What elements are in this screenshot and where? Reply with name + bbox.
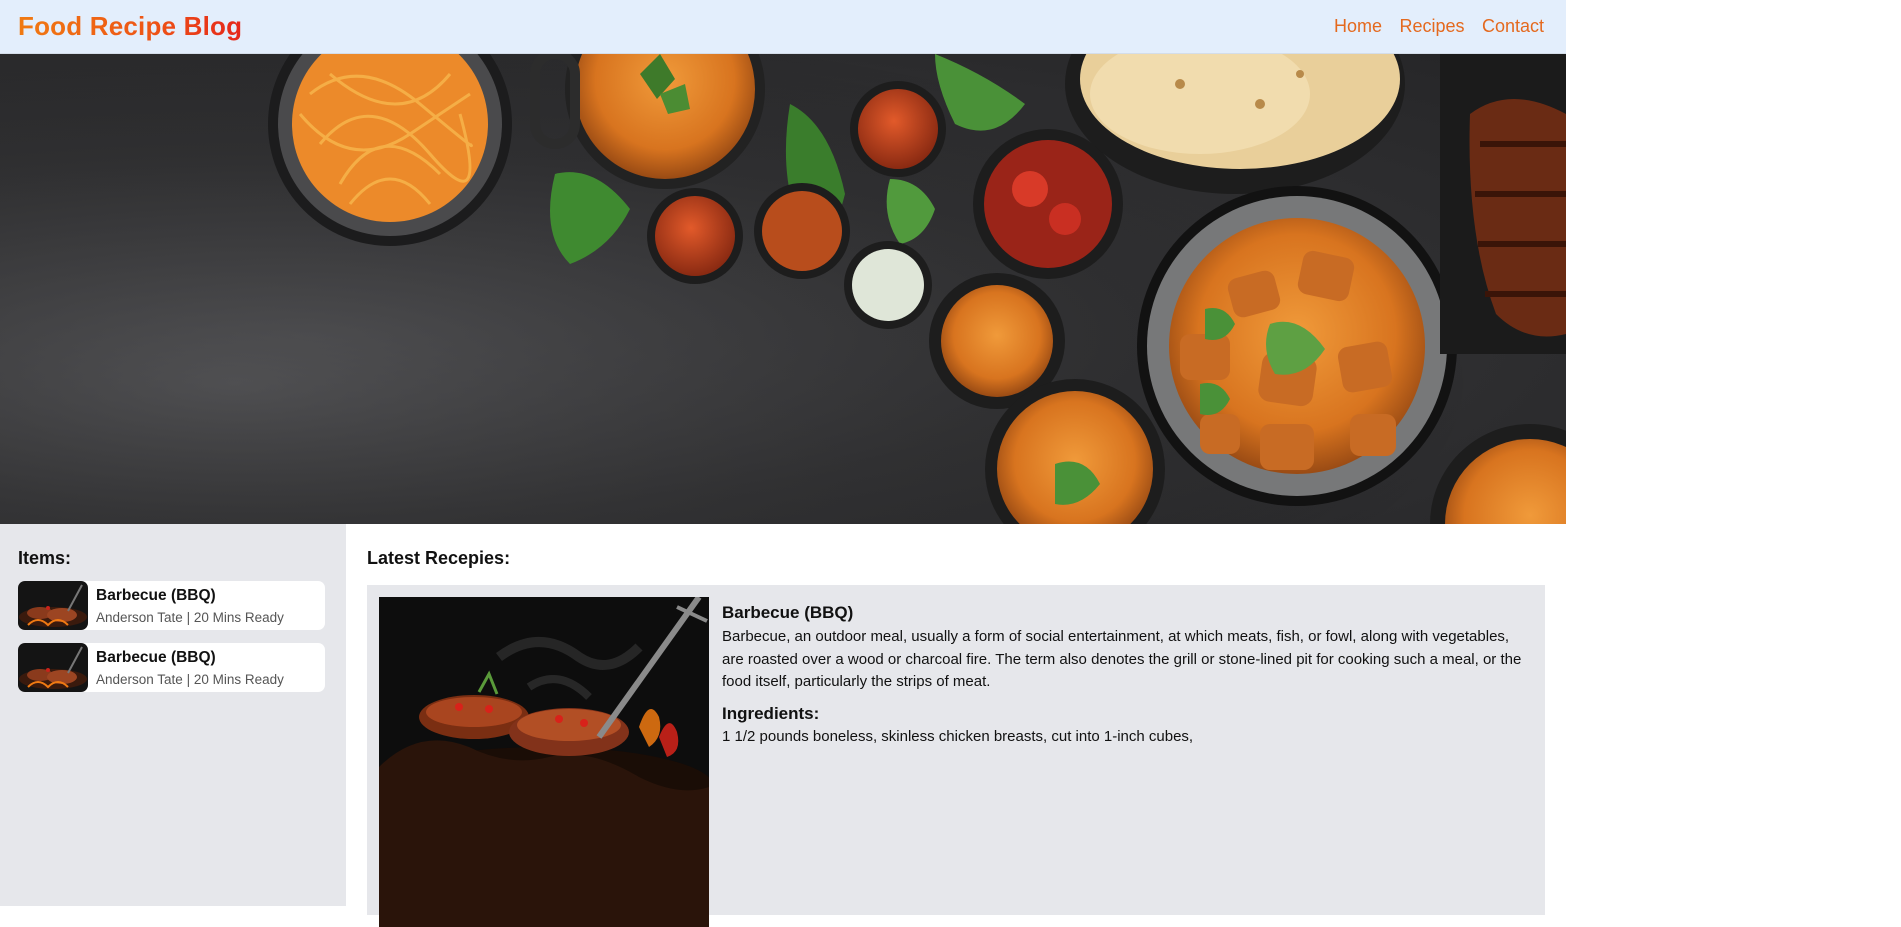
bbq-thumbnail — [18, 581, 88, 630]
sidebar-item-recipe[interactable]: Barbecue (BBQ) Anderson Tate | 20 Mins R… — [18, 643, 325, 692]
sidebar: Items: Barbecue (BBQ) Anderson Tate | 20… — [0, 524, 346, 906]
recipe-card-title: Barbecue (BBQ) — [722, 603, 854, 622]
latest-recipes-heading: Latest Recepies: — [367, 548, 511, 568]
sidebar-item-title: Barbecue (BBQ) — [96, 649, 216, 666]
bbq-thumbnail — [18, 643, 88, 692]
sidebar-item-recipe[interactable]: Barbecue (BBQ) Anderson Tate | 20 Mins R… — [18, 581, 325, 630]
recipe-card-description: Barbecue, an outdoor meal, usually a for… — [722, 628, 1522, 690]
sidebar-title: Items: — [18, 548, 72, 568]
bbq-image — [379, 597, 709, 927]
nav-contact-link[interactable]: Contact — [1482, 16, 1544, 37]
recipe-card[interactable]: Barbecue (BBQ) Barbecue, an outdoor meal… — [367, 585, 1545, 927]
site-logo[interactable]: Food Recipe Blog — [18, 11, 242, 42]
hero-food-illustration — [0, 54, 1566, 524]
main-nav: Home Recipes Contact — [1321, 16, 1544, 37]
sidebar-item-title: Barbecue (BBQ) — [96, 587, 216, 604]
nav-home-link[interactable]: Home — [1334, 16, 1382, 37]
sidebar-item-meta: Anderson Tate | 20 Mins Ready — [96, 672, 284, 687]
page: Food Recipe Blog Home Recipes Contact It… — [0, 0, 1566, 927]
ingredients-heading: Ingredients: — [722, 703, 820, 723]
sidebar-item-meta: Anderson Tate | 20 Mins Ready — [96, 610, 284, 625]
recipe-card-body: Barbecue (BBQ) Barbecue, an outdoor meal… — [722, 603, 1534, 748]
nav-recipes-link[interactable]: Recipes — [1399, 16, 1464, 37]
main-content: Latest Recepies: Barbecue (BBQ) Barbecue… — [346, 524, 1566, 927]
site-header: Food Recipe Blog Home Recipes Contact — [0, 0, 1566, 54]
ingredients-list-item: 1 1/2 pounds boneless, skinless chicken … — [722, 727, 1194, 745]
hero-image — [0, 54, 1566, 524]
